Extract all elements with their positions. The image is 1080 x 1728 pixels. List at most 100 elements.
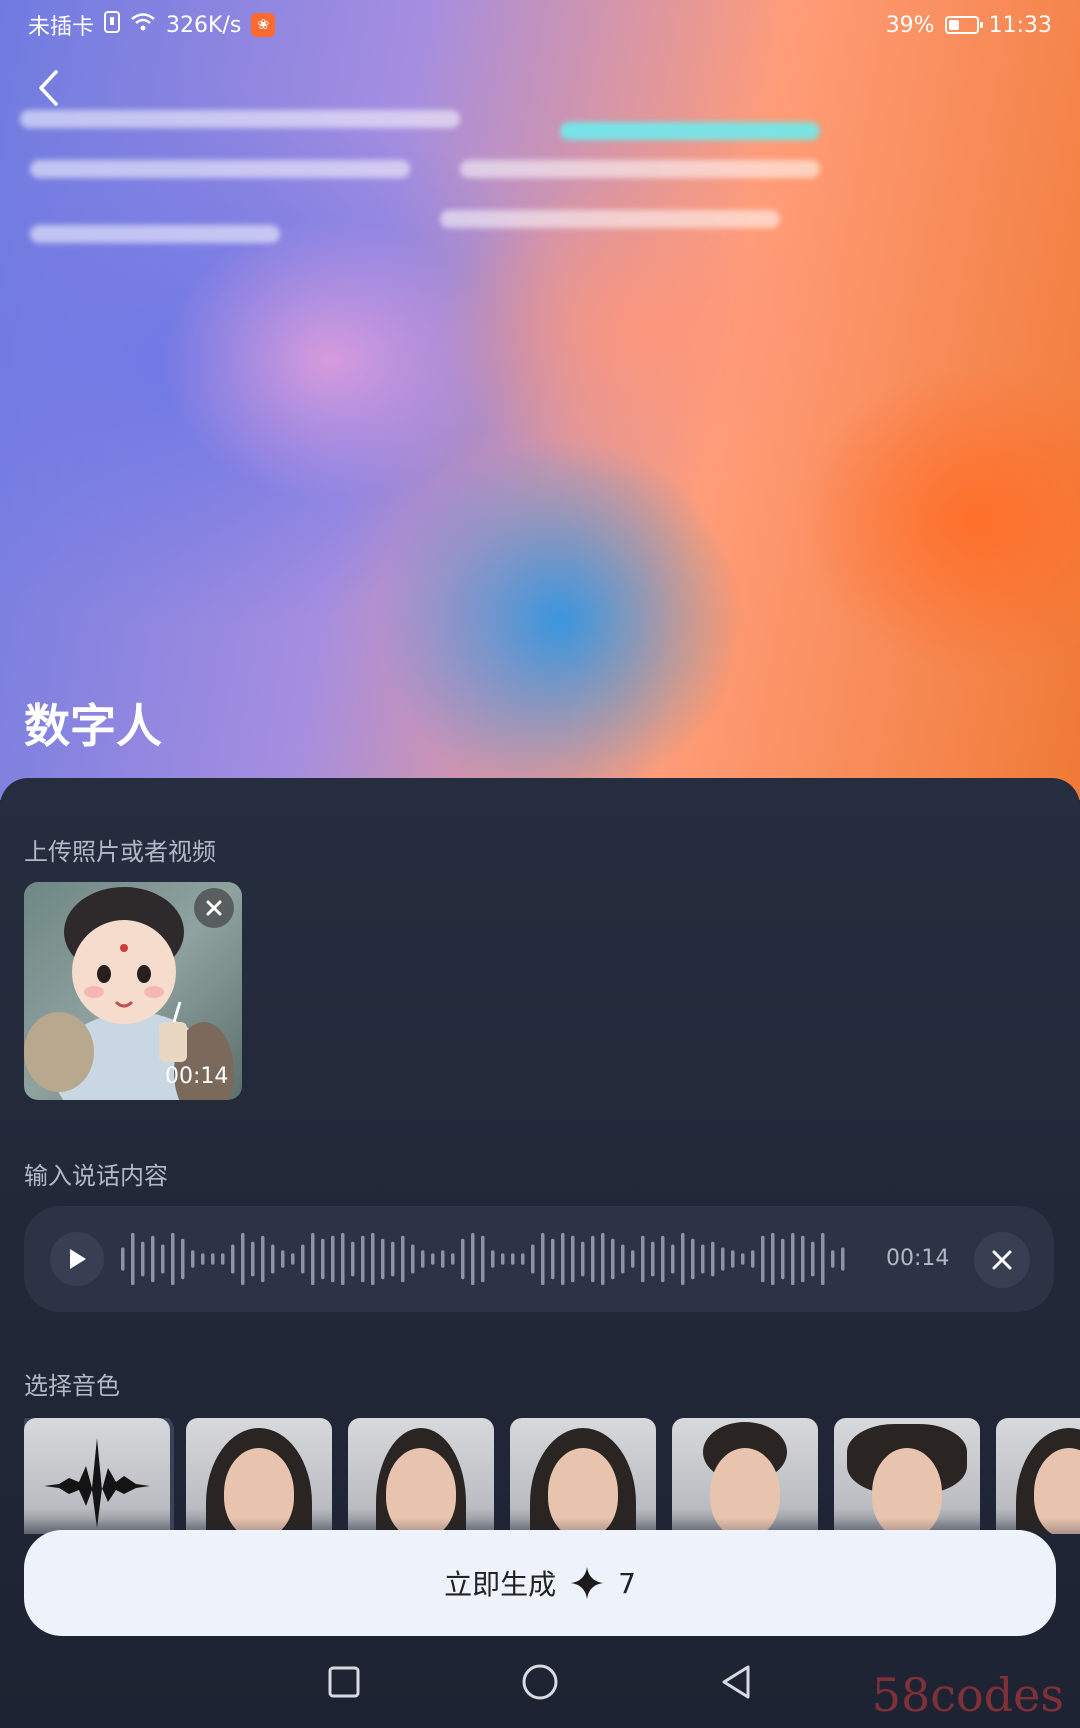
waveform-bar [341, 1232, 345, 1286]
close-icon [206, 900, 222, 916]
voice-option-portrait[interactable] [510, 1418, 656, 1534]
waveform-bar [471, 1232, 475, 1286]
waveform-bar [331, 1235, 335, 1283]
upload-section-label: 上传照片或者视频 [24, 838, 216, 866]
voice-option-portrait[interactable] [186, 1418, 332, 1534]
waveform-bar [801, 1235, 805, 1283]
waveform-bar [421, 1250, 425, 1268]
waveform-bar [521, 1253, 525, 1265]
waveform-bar [211, 1253, 215, 1265]
waveform-bar [751, 1250, 755, 1268]
waveform-bar [601, 1232, 605, 1286]
voice-option-portrait[interactable] [672, 1418, 818, 1534]
waveform-bar [431, 1253, 435, 1265]
waveform-bar [441, 1250, 445, 1268]
light-streak [20, 110, 460, 128]
waveform-bar [261, 1235, 265, 1283]
waveform-bar [661, 1235, 665, 1283]
square-icon [328, 1666, 360, 1698]
waveform-bar [251, 1241, 255, 1277]
waveform-bar [671, 1244, 675, 1274]
sim-icon [104, 11, 121, 39]
waveform-bar [831, 1250, 835, 1268]
hero-image [0, 0, 1080, 800]
audio-waveform[interactable] [120, 1228, 850, 1290]
waveform-bar [371, 1232, 375, 1286]
waveform-bar [761, 1235, 765, 1283]
waveform-bar [351, 1241, 355, 1277]
waveform-bar [581, 1241, 585, 1277]
media-duration: 00:14 [165, 1064, 229, 1089]
clock: 11:33 [988, 12, 1052, 38]
status-right: 39% 11:33 [886, 13, 1052, 38]
light-streak [560, 122, 820, 140]
waveform-bar [741, 1253, 745, 1265]
waveform-bar [281, 1250, 285, 1268]
waveform-bar [501, 1253, 505, 1265]
waveform-bar [541, 1232, 545, 1286]
network-speed: 326K/s [166, 12, 242, 38]
waveform-bar [201, 1253, 205, 1265]
waveform-bar [731, 1250, 735, 1268]
waveform-bar [631, 1250, 635, 1268]
waveform-bar [391, 1241, 395, 1277]
waveform-bar [781, 1238, 785, 1280]
sound-wave-icon [44, 1438, 150, 1528]
waveform-bar [481, 1235, 485, 1283]
waveform-bar [701, 1244, 705, 1274]
waveform-bar [821, 1232, 825, 1286]
home-button[interactable] [521, 1663, 559, 1705]
waveform-bar [241, 1232, 245, 1286]
light-streak [460, 160, 820, 178]
waveform-bar [561, 1232, 565, 1286]
waveform-bar [131, 1232, 135, 1286]
waveform-bar [791, 1232, 795, 1286]
voice-section-label: 选择音色 [24, 1372, 120, 1400]
chevron-left-icon [39, 70, 58, 106]
generate-cost: 7 [618, 1566, 636, 1600]
waveform-bar [411, 1244, 415, 1274]
light-streak [440, 210, 780, 228]
play-button[interactable] [50, 1232, 104, 1286]
remove-media-button[interactable] [194, 888, 234, 928]
back-button[interactable] [28, 68, 68, 108]
waveform-bar [811, 1241, 815, 1277]
waveform-bar [301, 1244, 305, 1274]
waveform-bar [311, 1232, 315, 1286]
voice-option-waveform[interactable] [24, 1418, 170, 1534]
waveform-bar [191, 1250, 195, 1268]
waveform-bar [681, 1232, 685, 1286]
light-streak [30, 225, 280, 243]
generate-label: 立即生成 [444, 1568, 557, 1601]
voice-option-portrait[interactable] [834, 1418, 980, 1534]
close-icon [992, 1250, 1012, 1270]
waveform-bar [611, 1238, 615, 1280]
generate-button[interactable]: 立即生成 7 [24, 1530, 1056, 1636]
waveform-bar [361, 1235, 365, 1283]
battery-icon [944, 16, 983, 34]
circle-icon [522, 1664, 558, 1700]
carrier-text: 未插卡 [28, 15, 95, 40]
waveform-bar [121, 1247, 125, 1271]
voice-options [24, 1418, 1080, 1534]
waveform-bar [151, 1235, 155, 1283]
light-streak [30, 160, 410, 178]
waveform-bar [381, 1238, 385, 1280]
waveform-bar [531, 1244, 535, 1274]
waveform-bar [641, 1235, 645, 1283]
recent-apps-button[interactable] [327, 1665, 361, 1703]
voice-option-portrait[interactable] [996, 1418, 1080, 1534]
voice-option-portrait[interactable] [348, 1418, 494, 1534]
waveform-bar [221, 1253, 225, 1265]
remove-audio-button[interactable] [974, 1232, 1030, 1288]
triangle-back-icon [722, 1665, 750, 1699]
status-left: 未插卡 326K/s ❀ [28, 9, 276, 41]
speech-section-label: 输入说话内容 [24, 1162, 168, 1190]
page-title: 数字人 [24, 699, 162, 753]
waveform-bar [711, 1241, 715, 1277]
waveform-bar [401, 1235, 405, 1283]
system-back-button[interactable] [719, 1664, 753, 1704]
watermark: 58codes [871, 1668, 1064, 1722]
waveform-bar [621, 1244, 625, 1274]
waveform-bar [291, 1253, 295, 1265]
